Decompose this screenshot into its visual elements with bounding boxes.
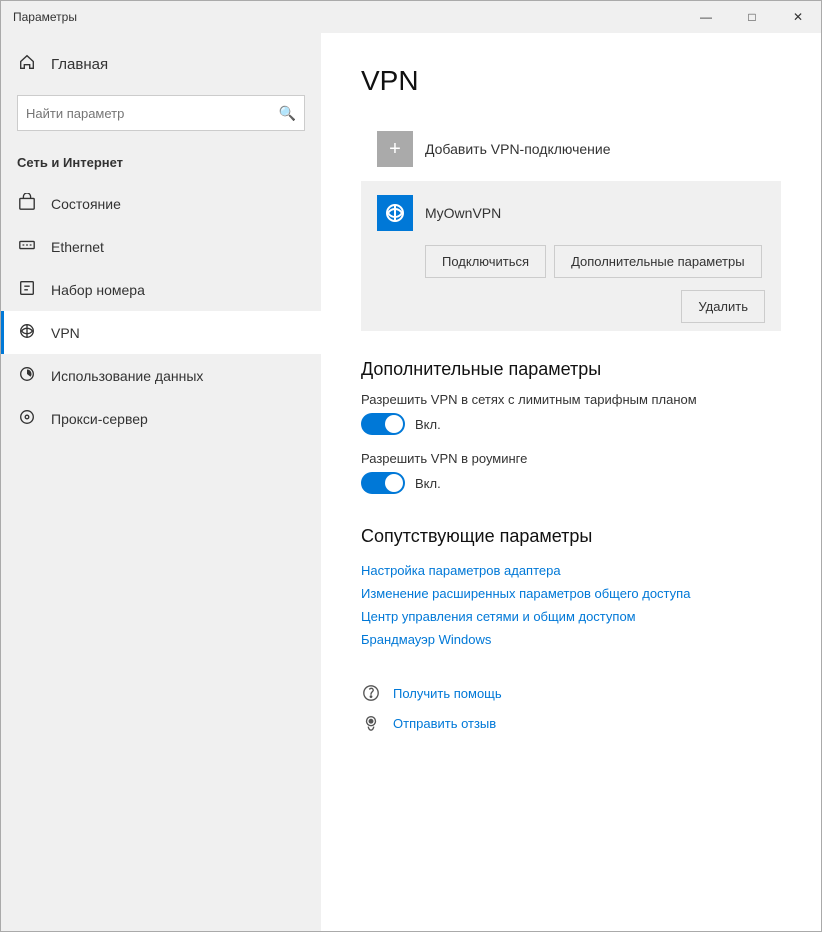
sidebar-label-vpn: VPN <box>51 325 80 341</box>
sidebar-item-proxy[interactable]: Прокси-сервер <box>1 397 321 440</box>
window-title: Параметры <box>13 10 77 24</box>
help-icon <box>361 683 381 703</box>
vpn-logo <box>377 195 413 231</box>
sidebar-label-ethernet: Ethernet <box>51 239 104 255</box>
connect-button[interactable]: Подключиться <box>425 245 546 278</box>
sidebar: Главная 🔍 Сеть и Интернет Состояние <box>1 33 321 931</box>
search-box[interactable]: 🔍 <box>17 95 305 131</box>
link-sharing-settings[interactable]: Изменение расширенных параметров общего … <box>361 582 781 605</box>
data-usage-icon <box>17 365 37 386</box>
settings-window: Параметры — □ ✕ Главная 🔍 <box>0 0 822 932</box>
related-section-title: Сопутствующие параметры <box>361 526 781 547</box>
advanced-section-title: Дополнительные параметры <box>361 359 781 380</box>
sidebar-home-item[interactable]: Главная <box>1 41 321 87</box>
roaming-label: Разрешить VPN в роуминге <box>361 451 781 466</box>
vpn-delete-row: Удалить <box>361 286 781 331</box>
search-input[interactable] <box>26 106 279 121</box>
roaming-toggle[interactable] <box>361 472 405 494</box>
roaming-toggle-label: Вкл. <box>415 476 441 491</box>
vpn-action-buttons: Подключиться Дополнительные параметры <box>361 245 781 286</box>
roaming-toggle-row: Вкл. <box>361 472 781 494</box>
close-button[interactable]: ✕ <box>775 1 821 33</box>
setting-roaming: Разрешить VPN в роуминге Вкл. <box>361 451 781 494</box>
minimize-button[interactable]: — <box>683 1 729 33</box>
titlebar: Параметры — □ ✕ <box>1 1 821 33</box>
feedback-icon <box>361 713 381 733</box>
vpn-nav-icon <box>17 322 37 343</box>
vpn-entry-header: MyOwnVPN <box>361 181 781 245</box>
sidebar-item-vpn[interactable]: VPN <box>1 311 321 354</box>
maximize-button[interactable]: □ <box>729 1 775 33</box>
sidebar-section-title: Сеть и Интернет <box>1 147 321 178</box>
home-icon <box>17 53 37 75</box>
setting-metered: Разрешить VPN в сетях с лимитным тарифны… <box>361 392 781 435</box>
sidebar-item-status[interactable]: Состояние <box>1 182 321 225</box>
get-help-label: Получить помощь <box>393 686 502 701</box>
metered-label: Разрешить VPN в сетях с лимитным тарифны… <box>361 392 781 407</box>
link-network-center[interactable]: Центр управления сетями и общим доступом <box>361 605 781 628</box>
main-content: VPN + Добавить VPN-подключение MyOw <box>321 33 821 931</box>
delete-button[interactable]: Удалить <box>681 290 765 323</box>
send-feedback-label: Отправить отзыв <box>393 716 496 731</box>
sidebar-label-proxy: Прокси-сервер <box>51 411 148 427</box>
window-controls: — □ ✕ <box>683 1 821 33</box>
vpn-entry: MyOwnVPN Подключиться Дополнительные пар… <box>361 181 781 331</box>
search-icon: 🔍 <box>279 105 296 122</box>
page-title: VPN <box>361 65 781 97</box>
home-label: Главная <box>51 56 108 73</box>
metered-toggle-label: Вкл. <box>415 417 441 432</box>
sidebar-label-dialup: Набор номера <box>51 282 145 298</box>
sidebar-item-ethernet[interactable]: Ethernet <box>1 225 321 268</box>
sidebar-label-status: Состояние <box>51 196 121 212</box>
sidebar-item-dialup[interactable]: Набор номера <box>1 268 321 311</box>
sidebar-item-data-usage[interactable]: Использование данных <box>1 354 321 397</box>
dialup-icon <box>17 279 37 300</box>
metered-toggle-row: Вкл. <box>361 413 781 435</box>
send-feedback-item[interactable]: Отправить отзыв <box>361 713 781 733</box>
add-vpn-button[interactable]: + Добавить VPN-подключение <box>361 117 781 181</box>
add-vpn-label: Добавить VPN-подключение <box>425 141 611 157</box>
metered-toggle[interactable] <box>361 413 405 435</box>
get-help-item[interactable]: Получить помощь <box>361 683 781 703</box>
sidebar-label-data-usage: Использование данных <box>51 368 203 384</box>
vpn-name: MyOwnVPN <box>425 205 501 221</box>
link-firewall[interactable]: Брандмауэр Windows <box>361 628 781 651</box>
status-icon <box>17 193 37 214</box>
help-section: Получить помощь Отправить отзыв <box>361 683 781 733</box>
link-adapter-settings[interactable]: Настройка параметров адаптера <box>361 559 781 582</box>
proxy-icon <box>17 408 37 429</box>
plus-icon: + <box>377 131 413 167</box>
ethernet-icon <box>17 236 37 257</box>
content-area: Главная 🔍 Сеть и Интернет Состояние <box>1 33 821 931</box>
advanced-settings-button[interactable]: Дополнительные параметры <box>554 245 762 278</box>
